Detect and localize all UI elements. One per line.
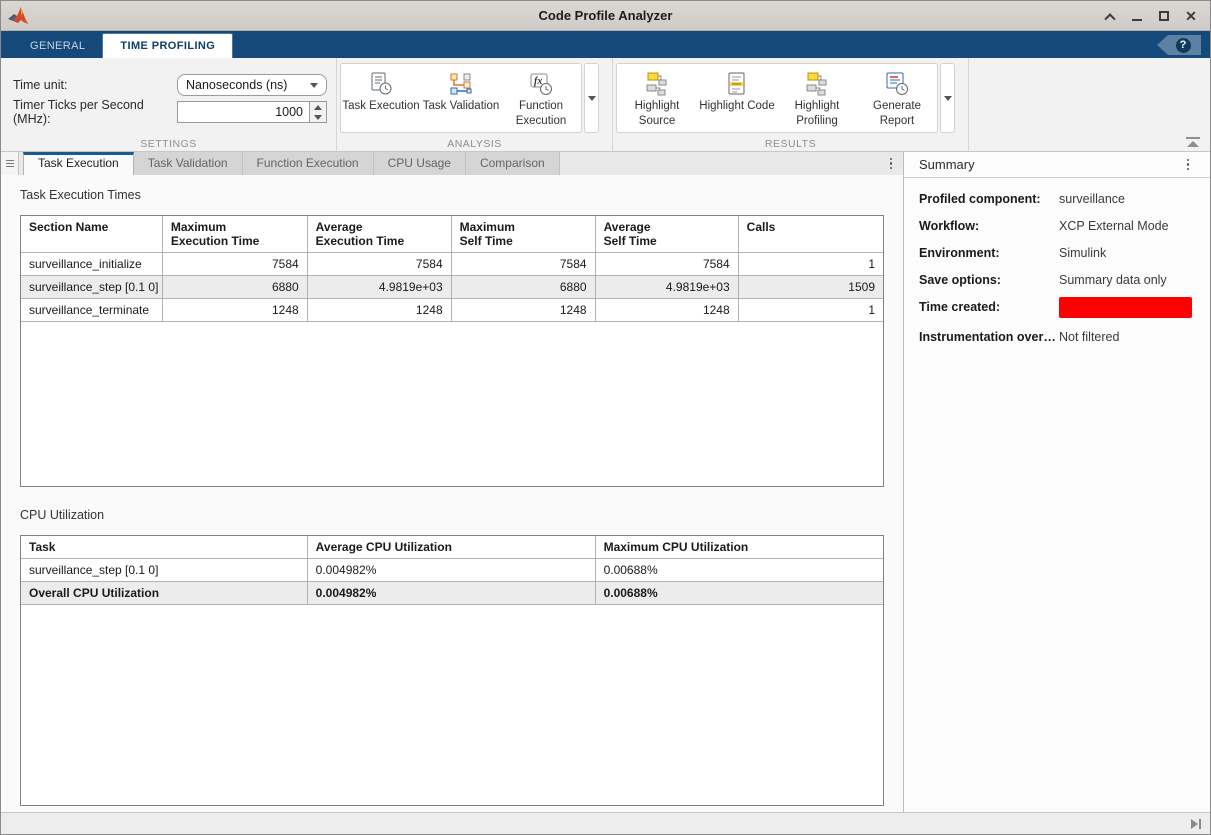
task-execution-view: Task Execution Times Section Name Maximu… (1, 175, 903, 812)
col-max-exec-time[interactable]: Maximum Execution Time (162, 216, 307, 253)
document-area: Task Execution Task Validation Function … (1, 152, 904, 812)
spin-up-icon[interactable] (310, 102, 326, 112)
highlight-source-button[interactable]: Highlight Source (617, 64, 697, 132)
cpu-header-row: Task Average CPU Utilization Maximum CPU… (21, 536, 883, 559)
col-section-name[interactable]: Section Name (21, 216, 162, 253)
field-value: surveillance (1059, 192, 1125, 206)
field-label: Time created: (919, 300, 1059, 314)
col-avg-exec-time[interactable]: Average Execution Time (307, 216, 451, 253)
highlight-code-icon (724, 70, 750, 98)
col-avg-cpu[interactable]: Average CPU Utilization (307, 536, 595, 559)
table-row-overall[interactable]: Overall CPU Utilization 0.004982% 0.0068… (21, 582, 883, 605)
timer-ticks-label: Timer Ticks per Second (MHz): (13, 98, 177, 126)
exec-table-title: Task Execution Times (20, 188, 884, 202)
doc-tab-task-validation[interactable]: Task Validation (134, 152, 243, 175)
timer-ticks-value[interactable]: 1000 (178, 102, 309, 122)
summary-panel: Summary Profiled component: surveillance… (904, 152, 1210, 812)
col-task[interactable]: Task (21, 536, 307, 559)
timer-ticks-stepper[interactable]: 1000 (177, 101, 327, 123)
results-section-label: RESULTS (613, 138, 968, 150)
table-row[interactable]: surveillance_terminate 1248 1248 1248 12… (21, 299, 883, 322)
task-execution-icon (368, 70, 394, 98)
help-icon: ? (1176, 38, 1191, 53)
titlebar: Code Profile Analyzer ✕ (1, 1, 1210, 31)
ribbon-tab-time-profiling[interactable]: TIME PROFILING (102, 33, 233, 58)
field-value: Not filtered (1059, 330, 1119, 344)
app-window: Code Profile Analyzer ✕ GENERAL TIME PRO… (0, 0, 1211, 835)
time-created-redaction-block (1059, 297, 1192, 318)
toolstrip: Time unit: Nanoseconds (ns) Timer Ticks … (1, 58, 1210, 152)
time-unit-value: Nanoseconds (ns) (186, 78, 287, 92)
highlight-code-button[interactable]: Highlight Code (697, 64, 777, 132)
col-avg-self-time[interactable]: Average Self Time (595, 216, 738, 253)
generate-report-button[interactable]: Generate Report (857, 64, 937, 132)
doc-tab-function-execution[interactable]: Function Execution (243, 152, 374, 175)
help-button[interactable]: ? (1157, 35, 1201, 55)
time-unit-dropdown[interactable]: Nanoseconds (ns) (177, 74, 327, 96)
exec-header-row: Section Name Maximum Execution Time Aver… (21, 216, 883, 253)
col-max-cpu[interactable]: Maximum CPU Utilization (595, 536, 883, 559)
tabbar-menu-icon[interactable] (1, 152, 19, 175)
minimize-icon[interactable] (1130, 9, 1144, 23)
exec-table-container: Section Name Maximum Execution Time Aver… (20, 215, 884, 487)
analysis-section: Task Execution (337, 58, 613, 151)
table-row[interactable]: surveillance_initialize 7584 7584 7584 7… (21, 253, 883, 276)
summary-kebab-menu-icon[interactable] (1176, 159, 1200, 171)
collapse-window-icon[interactable] (1103, 9, 1117, 23)
document-kebab-menu-icon[interactable] (879, 152, 903, 175)
collapse-toolstrip-icon[interactable] (1186, 137, 1200, 147)
analysis-gallery-dropdown-icon[interactable] (584, 63, 599, 133)
highlight-profiling-button[interactable]: Highlight Profiling (777, 64, 857, 132)
cpu-table: Task Average CPU Utilization Maximum CPU… (21, 536, 883, 605)
doc-tab-cpu-usage[interactable]: CPU Usage (374, 152, 466, 175)
exec-table: Section Name Maximum Execution Time Aver… (21, 216, 883, 322)
ribbon-tab-general[interactable]: GENERAL (13, 34, 102, 58)
table-row[interactable]: surveillance_step [0.1 0] 6880 4.9819e+0… (21, 276, 883, 299)
col-max-self-time[interactable]: Maximum Self Time (451, 216, 595, 253)
field-value: XCP External Mode (1059, 219, 1169, 233)
maximize-icon[interactable] (1157, 9, 1171, 23)
results-gallery-dropdown-icon[interactable] (940, 63, 955, 133)
spin-down-icon[interactable] (310, 112, 326, 122)
svg-text:fx: fx (534, 76, 542, 87)
close-icon[interactable]: ✕ (1184, 9, 1198, 23)
doc-tab-comparison[interactable]: Comparison (466, 152, 560, 175)
settings-section: Time unit: Nanoseconds (ns) Timer Ticks … (1, 58, 337, 151)
table-row[interactable]: surveillance_step [0.1 0] 0.004982% 0.00… (21, 559, 883, 582)
settings-section-label: SETTINGS (1, 138, 336, 150)
ribbon-tabstrip: GENERAL TIME PROFILING ? (1, 31, 1210, 58)
field-label: Profiled component: (919, 192, 1059, 206)
summary-title: Summary (919, 157, 975, 172)
toolstrip-spacer (969, 58, 1210, 151)
document-tabbar: Task Execution Task Validation Function … (1, 152, 903, 175)
col-calls[interactable]: Calls (738, 216, 883, 253)
cpu-table-title: CPU Utilization (20, 508, 884, 522)
window-title: Code Profile Analyzer (1, 8, 1210, 23)
highlight-profiling-icon (804, 70, 830, 98)
chevron-down-icon (310, 83, 318, 88)
field-label: Save options: (919, 273, 1059, 287)
task-validation-button[interactable]: Task Validation (421, 64, 501, 132)
field-label: Workflow: (919, 219, 1059, 233)
function-execution-icon: fx (528, 70, 554, 98)
field-value: Summary data only (1059, 273, 1167, 287)
matlab-logo-icon (6, 4, 30, 28)
field-value: Simulink (1059, 246, 1106, 260)
highlight-source-icon (644, 70, 670, 98)
expand-panel-icon[interactable] (1191, 819, 1201, 829)
results-section: Highlight Source Highligh (613, 58, 969, 151)
field-label: Instrumentation over… (919, 330, 1059, 344)
function-execution-button[interactable]: fx Function Execution (501, 64, 581, 132)
task-execution-button[interactable]: Task Execution (341, 64, 421, 132)
analysis-section-label: ANALYSIS (337, 138, 612, 150)
status-bar (1, 812, 1210, 834)
field-label: Environment: (919, 246, 1059, 260)
cpu-table-container: Task Average CPU Utilization Maximum CPU… (20, 535, 884, 806)
generate-report-icon (884, 70, 910, 98)
time-unit-label: Time unit: (13, 78, 177, 92)
task-validation-icon (448, 70, 474, 98)
doc-tab-task-execution[interactable]: Task Execution (23, 152, 134, 175)
